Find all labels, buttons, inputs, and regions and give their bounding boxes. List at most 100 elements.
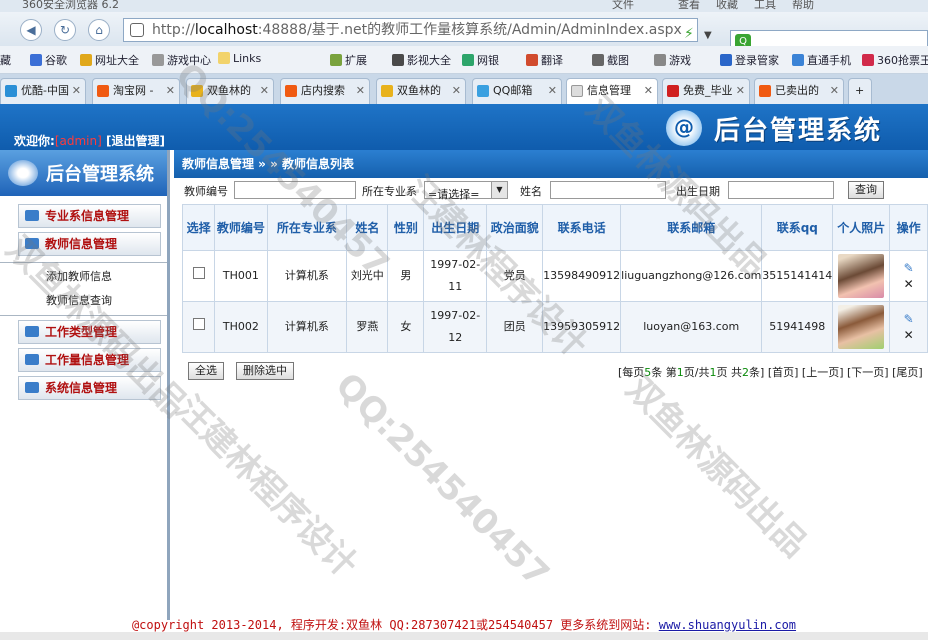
cell-email: luoyan@163.com (620, 301, 763, 353)
col-birth: 出生日期 (423, 204, 488, 251)
delete-selected-button[interactable]: 删除选中 (236, 362, 294, 380)
bookmark-video[interactable]: 影视大全 (392, 52, 451, 68)
edit-icon[interactable]: ✎ (890, 311, 927, 327)
filter-bar: 教师编号 所在专业系 =请选择= ▼ 姓名 出生日期 查询 (174, 178, 928, 202)
tab-store-search[interactable]: 店内搜索 ✕ (280, 78, 370, 104)
bookmark-tickets[interactable]: 360抢票王 (862, 52, 928, 68)
select-all-button[interactable]: 全选 (188, 362, 224, 380)
pager-first[interactable]: [首页] (768, 366, 799, 379)
menu-teacher[interactable]: 教师信息管理 (18, 232, 161, 256)
bookmark-extensions[interactable]: 扩展 (330, 52, 367, 68)
menu-favorites[interactable]: 收藏 (716, 0, 738, 12)
row-checkbox[interactable] (192, 267, 205, 279)
horizontal-scrollbar[interactable] (0, 632, 928, 640)
teacher-table: 选择 教师编号 所在专业系 姓名 性别 出生日期 政治面貌 联系电话 联系邮箱 … (181, 204, 928, 353)
menu-folder-icon (25, 354, 39, 365)
app-logo-icon: @ (666, 110, 702, 146)
cell-name: 罗燕 (346, 301, 389, 353)
welcome-text: 欢迎你:[admin] [退出管理] (14, 134, 165, 148)
menu-tools[interactable]: 工具 (754, 0, 776, 12)
chevron-down-icon: ▼ (491, 182, 507, 198)
cell-birth: 1997-02-11 (423, 250, 488, 302)
cell-phone: 13598490912 (542, 250, 622, 302)
copyright-footer: @copyright 2013-2014, 程序开发:双鱼林 QQ:287307… (131, 618, 797, 632)
bookmark-site-nav[interactable]: 网址大全 (80, 52, 139, 68)
refresh-icon[interactable]: ↻ (54, 19, 76, 41)
menu-system-info[interactable]: 系统信息管理 (18, 376, 161, 400)
url-host: localhost (194, 22, 258, 38)
col-select: 选择 (181, 204, 216, 251)
query-button[interactable]: 查询 (848, 181, 884, 199)
current-user: [admin] (54, 134, 102, 148)
bookmark-links[interactable]: Links (218, 52, 261, 65)
delete-icon[interactable]: ✕ (890, 327, 927, 343)
sidebar-item-query-teacher[interactable]: 教师信息查询 (0, 289, 167, 313)
teacher-no-input[interactable] (234, 181, 356, 199)
bookmark-favorites[interactable]: 藏 (0, 52, 11, 68)
col-teacher-no: 教师编号 (214, 204, 268, 251)
address-dropdown-icon[interactable]: ▼ (704, 30, 712, 41)
close-icon: ✕ (643, 84, 653, 97)
edit-icon[interactable]: ✎ (890, 260, 927, 276)
dept-label: 所在专业系 (362, 185, 417, 198)
menu-view[interactable]: 查看 (678, 0, 700, 12)
cell-teacher-no: TH001 (214, 250, 268, 302)
menu-file[interactable]: 文件 (612, 0, 634, 12)
bookmark-translate[interactable]: 翻译 (526, 52, 563, 68)
tab-qq-mail[interactable]: QQ邮箱 ✕ (472, 78, 562, 104)
logout-link[interactable]: [退出管理] (106, 134, 165, 148)
cell-teacher-no: TH002 (214, 301, 268, 353)
menu-help[interactable]: 帮助 (792, 0, 814, 12)
address-bar[interactable]: http://localhost:48888/基于.net的教师工作量核算系统/… (123, 18, 698, 42)
security-icon (130, 23, 144, 37)
bookmark-screenshot[interactable]: 截图 (592, 52, 629, 68)
dept-select[interactable]: =请选择= ▼ (424, 181, 508, 201)
tab-shuangyulin-1[interactable]: 双鱼林的 ✕ (186, 78, 274, 104)
pager-last[interactable]: [尾页] (892, 366, 923, 379)
total-pages: 1 (709, 366, 717, 379)
new-tab-button[interactable]: + (848, 78, 872, 104)
tab-info-manage[interactable]: 信息管理 ✕ (566, 78, 658, 104)
address-toolbar: ◀ ↻ ⌂ http://localhost:48888/基于.net的教师工作… (0, 12, 928, 54)
bookmarks-bar: 藏 谷歌 网址大全 游戏中心 Links 扩展 影视大全 网银 翻译 截图 游戏… (0, 46, 928, 74)
table-footer: 全选 删除选中 [每页5条 第1页/共1页 共2条] [首页] [上一页] [下… (182, 362, 928, 382)
home-icon[interactable]: ⌂ (88, 19, 110, 41)
tab-youku[interactable]: 优酷-中国 ✕ (0, 78, 86, 104)
bookmark-phone[interactable]: 直通手机 (792, 52, 851, 68)
pager-prev[interactable]: [上一页] (802, 366, 844, 379)
back-icon[interactable]: ◀ (20, 19, 42, 41)
cell-dept: 计算机系 (266, 250, 348, 302)
sidebar-header: 后台管理系统 (0, 150, 167, 196)
cell-phone: 13959305912 (542, 301, 622, 353)
menu-work-type[interactable]: 工作类型管理 (18, 320, 161, 344)
bookmark-google[interactable]: 谷歌 (30, 52, 67, 68)
bookmark-bank[interactable]: 网银 (462, 52, 499, 68)
menu-department[interactable]: 专业系信息管理 (18, 204, 161, 228)
row-checkbox[interactable] (192, 318, 205, 330)
menu-workload[interactable]: 工作量信息管理 (18, 348, 161, 372)
birth-label: 出生日期 (676, 185, 720, 198)
close-icon: ✕ (735, 84, 745, 97)
tab-taobao[interactable]: 淘宝网 - ✕ (92, 78, 180, 104)
teacher-submenu: 添加教师信息 教师信息查询 (0, 262, 167, 316)
bookmark-games[interactable]: 游戏 (654, 52, 691, 68)
url-prefix: http:// (152, 22, 195, 38)
delete-icon[interactable]: ✕ (890, 276, 927, 292)
tab-shuangyulin-2[interactable]: 双鱼林的 ✕ (376, 78, 466, 104)
name-input[interactable] (550, 181, 666, 199)
tab-free-graduation[interactable]: 免费_毕业 ✕ (662, 78, 750, 104)
pager: [每页5条 第1页/共1页 共2条] [首页] [上一页] [下一页] [尾页] (618, 366, 923, 379)
pager-next[interactable]: [下一页] (847, 366, 889, 379)
table-row: TH002 计算机系 罗燕 女 1997-02-12 团员 1395930591… (181, 301, 928, 353)
bookmark-login-manager[interactable]: 登录管家 (720, 52, 779, 68)
birth-input[interactable] (728, 181, 834, 199)
speed-mode-icon[interactable]: ⚡ (684, 26, 694, 42)
close-icon: ✕ (259, 84, 269, 97)
footer-site-link[interactable]: www.shuangyulin.com (659, 618, 796, 632)
main-panel: 教师信息管理 » » 教师信息列表 教师编号 所在专业系 =请选择= ▼ 姓名 出… (174, 150, 928, 620)
sidebar-item-add-teacher[interactable]: 添加教师信息 (0, 265, 167, 289)
col-name: 姓名 (346, 204, 389, 251)
bookmark-games-center[interactable]: 游戏中心 (152, 52, 211, 68)
tab-sold[interactable]: 已卖出的 ✕ (754, 78, 844, 104)
menu-folder-icon (25, 326, 39, 337)
